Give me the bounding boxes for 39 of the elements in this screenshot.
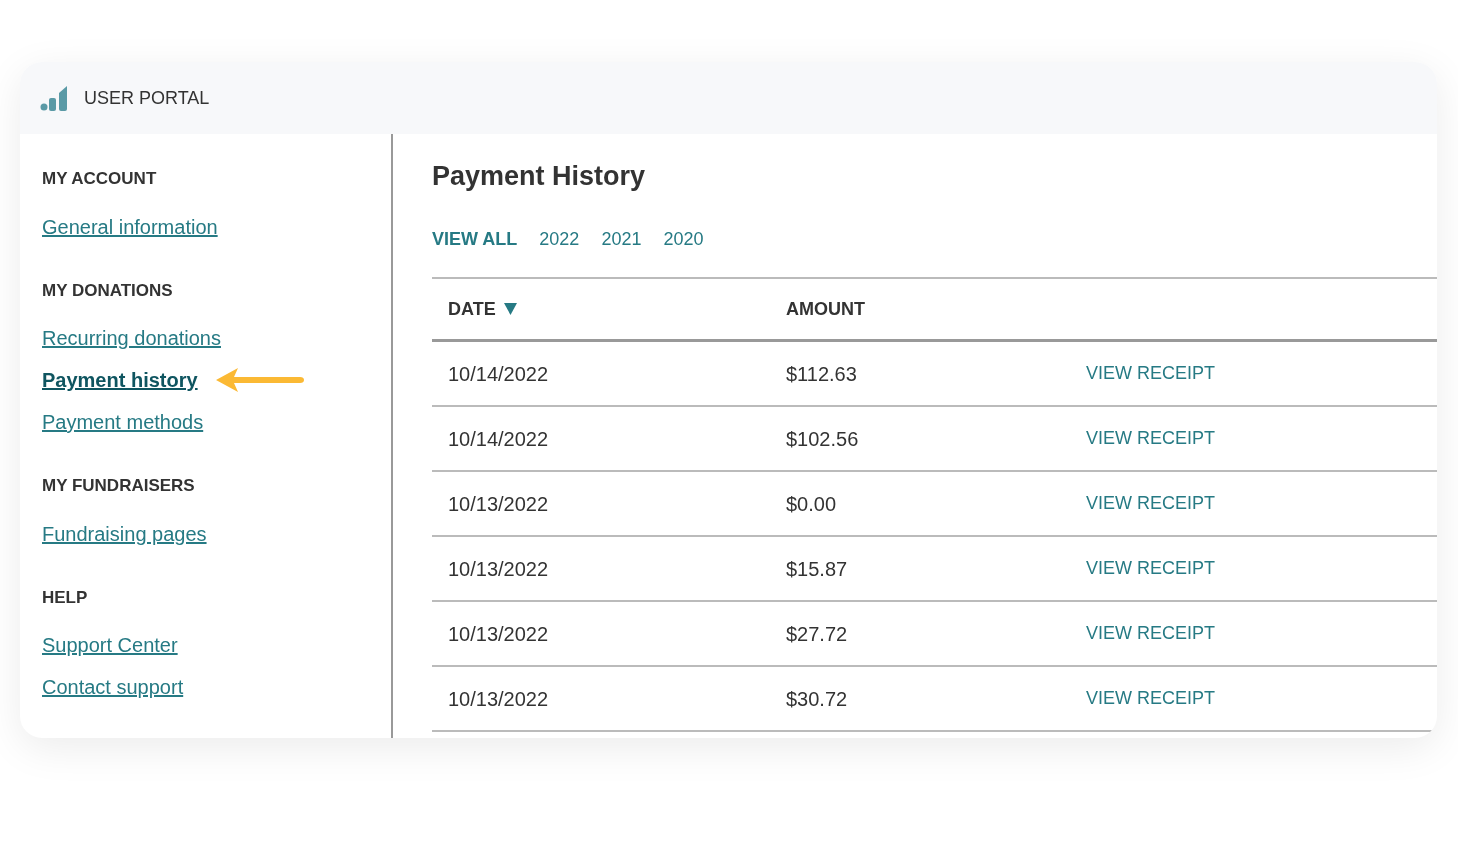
amount-cell: $112.63 — [786, 362, 857, 385]
portal-title: USER PORTAL — [84, 86, 210, 110]
view-receipt-link[interactable]: VIEW RECEIPT — [1086, 492, 1215, 513]
sort-arrow-icon[interactable] — [503, 303, 517, 316]
year-filter-link[interactable]: 2022 — [539, 226, 580, 254]
amount-cell: $102.56 — [786, 427, 859, 450]
amount-cell: $27.72 — [786, 622, 848, 645]
section-heading: MY ACCOUNT — [42, 168, 158, 190]
sidebar-link[interactable]: Fundraising pages — [42, 518, 207, 549]
section-heading: MY DONATIONS — [42, 279, 174, 302]
bar-chart-icon — [40, 85, 68, 111]
view-receipt-link[interactable]: VIEW RECEIPT — [1086, 622, 1215, 643]
view-receipt-link[interactable]: VIEW RECEIPT — [1086, 362, 1215, 383]
sidebar-link[interactable]: Payment history — [42, 365, 198, 395]
sidebar-link[interactable]: Contact support — [42, 672, 184, 702]
date-cell: 10/13/2022 — [448, 622, 549, 645]
section-heading: MY FUNDRAISERS — [42, 475, 196, 497]
sidebar-link[interactable]: Recurring donations — [42, 323, 221, 353]
sidebar-link[interactable]: Support Center — [42, 630, 178, 660]
section-heading: HELP — [42, 586, 89, 609]
view-receipt-link[interactable]: VIEW RECEIPT — [1086, 687, 1215, 708]
page-title: Payment History — [432, 160, 647, 193]
amount-cell: $15.87 — [786, 557, 848, 580]
column-header[interactable]: DATE — [448, 295, 496, 323]
date-cell: 10/13/2022 — [448, 557, 549, 580]
column-header[interactable]: AMOUNT — [786, 298, 865, 319]
view-receipt-link[interactable]: VIEW RECEIPT — [1086, 557, 1215, 578]
year-filter-link[interactable]: 2021 — [601, 226, 642, 254]
date-cell: 10/13/2022 — [448, 687, 549, 710]
date-cell: 10/14/2022 — [448, 427, 549, 450]
date-cell: 10/13/2022 — [448, 492, 549, 515]
sidebar-link[interactable]: General information — [42, 211, 218, 242]
view-receipt-link[interactable]: VIEW RECEIPT — [1086, 427, 1215, 448]
amount-cell: $0.00 — [786, 492, 837, 515]
year-filter-link[interactable]: VIEW ALL — [432, 226, 518, 254]
date-cell: 10/14/2022 — [448, 362, 549, 385]
year-filter-link[interactable]: 2020 — [663, 226, 704, 254]
amount-cell: $30.72 — [786, 687, 848, 710]
sidebar-link[interactable]: Payment methods — [42, 407, 204, 437]
